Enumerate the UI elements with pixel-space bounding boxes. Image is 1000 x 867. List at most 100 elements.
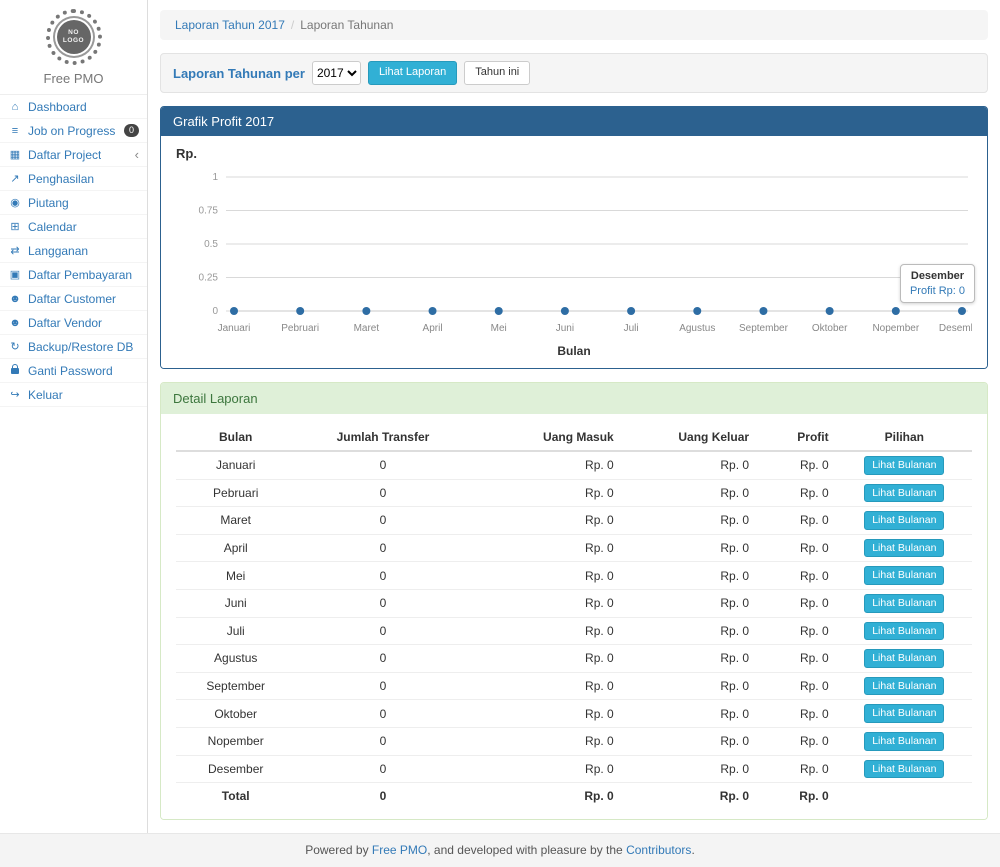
x-tick-label: September [739,323,789,334]
line-chart-icon: ↗ [8,172,22,185]
cell-uang-keluar: Rp. 0 [622,700,757,728]
lihat-bulanan-button[interactable]: Lihat Bulanan [864,594,944,613]
y-tick-label: 1 [212,172,218,183]
cell-uang-keluar: Rp. 0 [622,479,757,507]
chart-point[interactable] [296,307,304,315]
report-row: September0Rp. 0Rp. 0Rp. 0Lihat Bulanan [176,672,972,700]
lihat-bulanan-button[interactable]: Lihat Bulanan [864,622,944,641]
lihat-bulanan-button[interactable]: Lihat Bulanan [864,566,944,585]
sidebar-item-label: Keluar [28,388,63,402]
cell-uang-masuk: Rp. 0 [471,645,622,673]
cell-profit: Rp. 0 [757,617,837,645]
year-select[interactable]: 2017 [312,61,361,85]
lihat-bulanan-button[interactable]: Lihat Bulanan [864,484,944,503]
sidebar-item-daftar-vendor[interactable]: ☻Daftar Vendor [0,311,147,335]
chart-point[interactable] [561,307,569,315]
money-icon: ◉ [8,196,22,209]
sidebar-item-piutang[interactable]: ◉ Piutang [0,191,147,215]
cell-profit: Rp. 0 [757,672,837,700]
sidebar-item-label: Daftar Customer [28,292,116,306]
chart-point[interactable] [230,307,238,315]
chart-point[interactable] [495,307,503,315]
sidebar-item-daftar-project[interactable]: ▦Daftar Project‹ [0,143,147,167]
sidebar-item-daftar-pembayaran[interactable]: ▣Daftar Pembayaran [0,263,147,287]
lihat-bulanan-button[interactable]: Lihat Bulanan [864,511,944,530]
free-pmo-link[interactable]: Free PMO [372,843,427,857]
total-uang-masuk: Rp. 0 [471,783,622,810]
breadcrumb-link[interactable]: Laporan Tahun 2017 [175,18,285,32]
cell-uang-keluar: Rp. 0 [622,645,757,673]
users-icon: ☻ [8,317,22,329]
x-tick-label: Pebruari [281,323,319,334]
lihat-bulanan-button[interactable]: Lihat Bulanan [864,456,944,475]
col-bulan: Bulan [176,424,295,451]
total-label: Total [176,783,295,810]
filter-label: Laporan Tahunan per [173,66,305,81]
sidebar-item-label: Daftar Project [28,148,101,162]
lihat-bulanan-button[interactable]: Lihat Bulanan [864,704,944,723]
lihat-bulanan-button[interactable]: Lihat Bulanan [864,732,944,751]
chart-point[interactable] [759,307,767,315]
chart-point[interactable] [958,307,966,315]
cell-pilihan: Lihat Bulanan [837,700,972,728]
cell-uang-masuk: Rp. 0 [471,672,622,700]
lihat-bulanan-button[interactable]: Lihat Bulanan [864,649,944,668]
sidebar-item-calendar[interactable]: ⊞Calendar [0,215,147,239]
cell-uang-keluar: Rp. 0 [622,589,757,617]
chart-point[interactable] [693,307,701,315]
y-tick-label: 0.75 [199,206,219,217]
footer-text: Powered by [305,843,372,857]
cell-bulan: Juni [176,589,295,617]
tahun-ini-button[interactable]: Tahun ini [464,61,530,84]
contributors-link[interactable]: Contributors [626,843,691,857]
cell-pilihan: Lihat Bulanan [837,727,972,755]
x-tick-label: Nopember [872,323,919,334]
cell-profit: Rp. 0 [757,562,837,590]
cell-uang-keluar: Rp. 0 [622,507,757,535]
col-uang-keluar: Uang Keluar [622,424,757,451]
breadcrumb-current: Laporan Tahunan [300,18,393,32]
table-icon: ▦ [8,148,22,161]
lihat-laporan-button[interactable]: Lihat Laporan [368,61,457,84]
sidebar-item-penghasilan[interactable]: ↗Penghasilan [0,167,147,191]
sidebar-item-dashboard[interactable]: ⌂Dashboard [0,95,147,119]
chart-point[interactable] [826,307,834,315]
sidebar-item-label: Piutang [28,196,69,210]
cell-uang-keluar: Rp. 0 [622,617,757,645]
cell-uang-masuk: Rp. 0 [471,755,622,783]
chart-point[interactable] [627,307,635,315]
chart-point[interactable] [892,307,900,315]
lihat-bulanan-button[interactable]: Lihat Bulanan [864,677,944,696]
footer-text: . [691,843,694,857]
lihat-bulanan-button[interactable]: Lihat Bulanan [864,760,944,779]
sidebar-item-label: Langganan [28,244,88,258]
lihat-bulanan-button[interactable]: Lihat Bulanan [864,539,944,558]
sidebar-item-daftar-customer[interactable]: ☻Daftar Customer [0,287,147,311]
total-jumlah-transfer: 0 [295,783,470,810]
cell-pilihan: Lihat Bulanan [837,617,972,645]
cell-uang-keluar: Rp. 0 [622,672,757,700]
chart-point[interactable] [429,307,437,315]
sidebar-item-keluar[interactable]: ↪ Keluar [0,383,147,407]
cell-pilihan: Lihat Bulanan [837,672,972,700]
report-row: Januari0Rp. 0Rp. 0Rp. 0Lihat Bulanan [176,451,972,479]
sidebar-item-job-on-progress[interactable]: ≡Job on Progress0 [0,119,147,143]
cell-jumlah-transfer: 0 [295,727,470,755]
x-tick-label: Januari [218,323,251,334]
report-row: Desember0Rp. 0Rp. 0Rp. 0Lihat Bulanan [176,755,972,783]
cell-jumlah-transfer: 0 [295,755,470,783]
profit-chart-panel: Grafik Profit 2017 Rp. 00.250.50.751Janu… [160,106,988,369]
chart-point[interactable] [362,307,370,315]
total-pilihan-empty [837,783,972,810]
sidebar-item-ganti-password[interactable]: Ganti Password [0,359,147,383]
tooltip-value: Profit Rp: 0 [910,285,965,297]
no-logo-placeholder: NO LOGO [57,20,91,54]
app-logo: NO LOGO [46,9,102,65]
cell-uang-keluar: Rp. 0 [622,451,757,479]
sidebar-item-langganan[interactable]: ⇄Langganan [0,239,147,263]
x-tick-label: Maret [354,323,380,334]
total-uang-keluar: Rp. 0 [622,783,757,810]
sidebar-item-backup-restore-db[interactable]: ↻Backup/Restore DB [0,335,147,359]
app-layout: NO LOGO Free PMO ⌂Dashboard≡Job on Progr… [0,0,1000,833]
sign-out-icon: ↪ [8,388,22,401]
